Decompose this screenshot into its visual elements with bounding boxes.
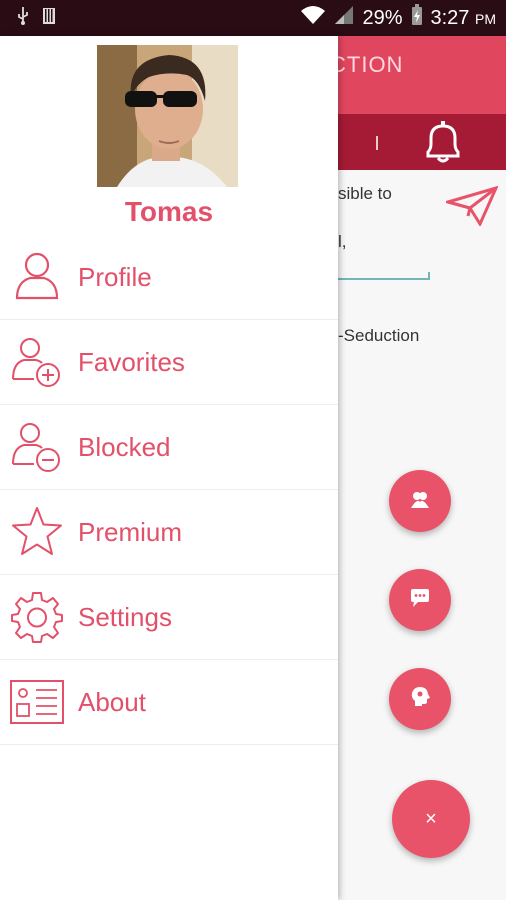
chat-bubble-icon bbox=[409, 588, 431, 613]
menu-label-settings: Settings bbox=[78, 601, 172, 632]
send-icon[interactable] bbox=[442, 185, 499, 231]
person-icon bbox=[10, 250, 64, 304]
snippet-line-1: sible to bbox=[338, 184, 392, 203]
gear-icon bbox=[10, 590, 64, 644]
app-title: CTION bbox=[330, 52, 404, 77]
menu-item-favorites[interactable]: Favorites bbox=[0, 320, 338, 405]
menu-label-profile: Profile bbox=[78, 261, 152, 292]
menu-label-about: About bbox=[78, 686, 146, 717]
username: Tomas bbox=[124, 196, 214, 227]
signal-icon bbox=[334, 5, 354, 31]
drawer-menu: Profile Favorites Blocked Premium Settin… bbox=[0, 235, 338, 745]
avatar[interactable] bbox=[97, 45, 238, 187]
sd-card-icon bbox=[42, 7, 56, 30]
wifi-icon bbox=[300, 5, 326, 31]
chat-fab-button[interactable] bbox=[389, 569, 451, 631]
remove-person-icon bbox=[10, 420, 64, 474]
menu-item-settings[interactable]: Settings bbox=[0, 575, 338, 660]
text-input-underline[interactable] bbox=[338, 272, 430, 280]
couple-fab-button[interactable] bbox=[389, 470, 451, 532]
menu-item-blocked[interactable]: Blocked bbox=[0, 405, 338, 490]
battery-charging-icon bbox=[411, 4, 423, 32]
menu-item-about[interactable]: About bbox=[0, 660, 338, 745]
menu-item-premium[interactable]: Premium bbox=[0, 490, 338, 575]
bell-icon[interactable] bbox=[420, 120, 466, 171]
menu-label-favorites: Favorites bbox=[78, 346, 185, 377]
close-fab-button[interactable]: × bbox=[392, 780, 470, 858]
couple-icon bbox=[409, 488, 431, 515]
head-fab-button[interactable] bbox=[389, 668, 451, 730]
tab-divider bbox=[376, 136, 378, 150]
close-icon: × bbox=[425, 807, 437, 830]
navigation-drawer: Tomas Profile Favorites Blocked Premium bbox=[0, 36, 338, 900]
clock-period: PM bbox=[475, 10, 496, 27]
usb-icon bbox=[16, 6, 30, 31]
battery-percent: 29% bbox=[362, 6, 403, 29]
star-icon bbox=[10, 505, 64, 559]
snippet-line-2: l, bbox=[338, 232, 347, 251]
menu-label-blocked: Blocked bbox=[78, 431, 171, 462]
head-profile-icon bbox=[409, 686, 431, 713]
status-bar: 29% 3:27 PM bbox=[0, 0, 506, 36]
clock-time: 3:27 bbox=[430, 6, 470, 29]
menu-item-profile[interactable]: Profile bbox=[0, 235, 338, 320]
snippet-line-3: -Seduction bbox=[338, 326, 420, 345]
menu-label-premium: Premium bbox=[78, 516, 183, 547]
id-card-icon bbox=[10, 675, 64, 729]
clock: 3:27 PM bbox=[431, 7, 497, 30]
add-person-icon bbox=[10, 335, 64, 389]
